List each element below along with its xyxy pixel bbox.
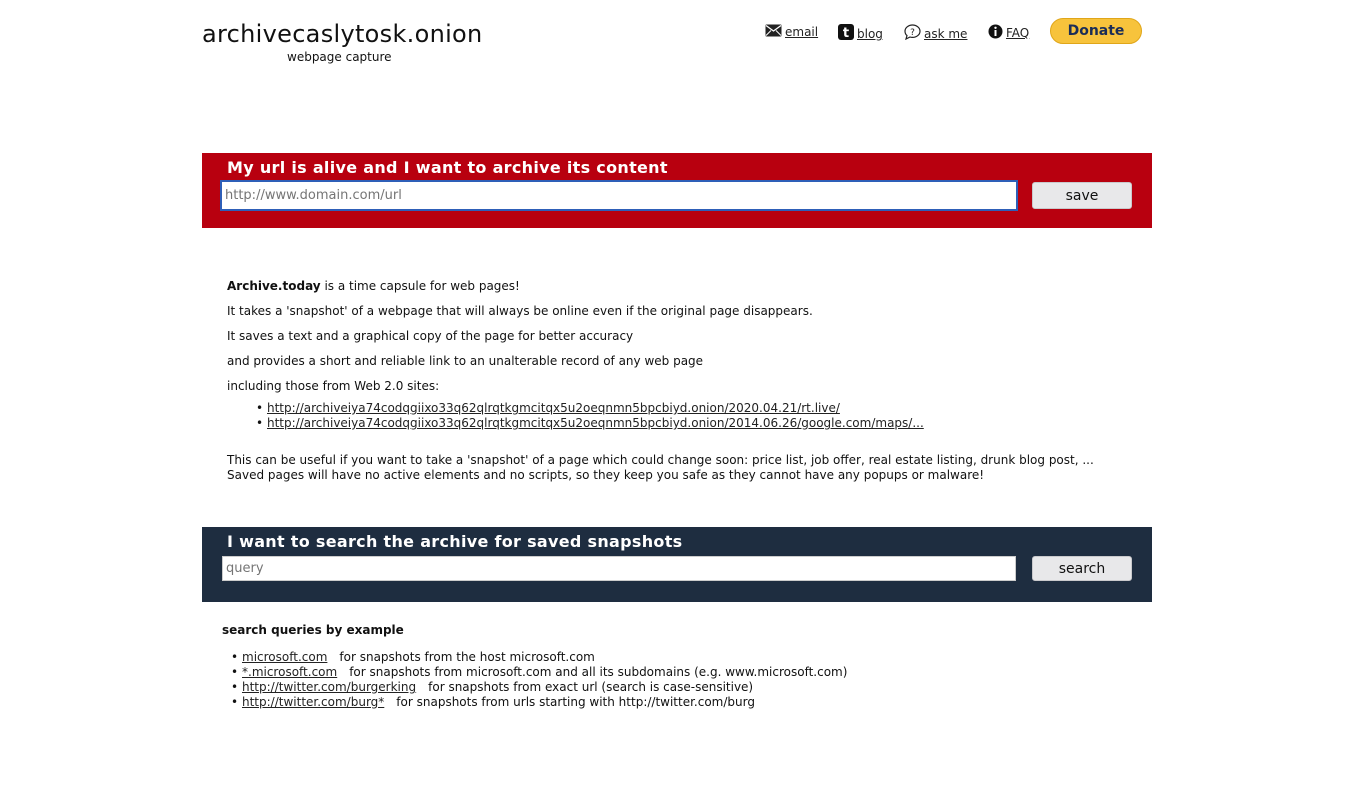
search-example-link[interactable]: http://twitter.com/burgerking (242, 680, 416, 695)
search-example-desc: for snapshots from the host microsoft.co… (339, 650, 595, 664)
search-input[interactable] (222, 556, 1016, 581)
save-button[interactable]: save (1032, 182, 1132, 209)
blog-link[interactable]: blog (857, 27, 883, 41)
bullet: • (231, 695, 239, 709)
search-example-desc: for snapshots from exact url (search is … (428, 680, 754, 694)
svg-text:?: ? (910, 28, 915, 38)
save-panel: My url is alive and I want to archive it… (202, 153, 1152, 228)
site-subtitle: webpage capture (287, 50, 392, 64)
intro-text: Archive.today is a time capsule for web … (227, 274, 813, 399)
tumblr-icon: t (838, 24, 854, 43)
search-example-link[interactable]: *.microsoft.com (242, 665, 337, 680)
example-snapshot-list: • http://archiveiya74codqgiixo33q62qlrqt… (256, 401, 924, 431)
list-item: • *.microsoft.com for snapshots from mic… (231, 665, 847, 680)
search-examples-list: • microsoft.com for snapshots from the h… (231, 650, 847, 710)
ask-me-link[interactable]: ask me (924, 27, 967, 41)
search-panel: I want to search the archive for saved s… (202, 527, 1152, 602)
bullet: • (256, 401, 264, 415)
search-button[interactable]: search (1032, 556, 1132, 581)
usefulness-text: This can be useful if you want to take a… (227, 453, 1094, 483)
intro-line-3: It saves a text and a graphical copy of … (227, 329, 634, 343)
intro-line-4: and provides a short and reliable link t… (227, 354, 704, 368)
example-snapshot-link[interactable]: http://archiveiya74codqgiixo33q62qlrqtkg… (267, 416, 924, 431)
svg-text:t: t (843, 26, 849, 40)
bullet: • (256, 416, 264, 430)
info-icon (988, 24, 1003, 42)
save-panel-title: My url is alive and I want to archive it… (227, 158, 668, 177)
useful-line-2: Saved pages will have no active elements… (227, 468, 985, 482)
envelope-icon (765, 24, 782, 40)
intro-line-2: It takes a 'snapshot' of a webpage that … (227, 304, 813, 318)
bullet: • (231, 665, 239, 679)
nav-email[interactable]: email (765, 24, 818, 40)
search-example-desc: for snapshots from urls starting with ht… (396, 695, 755, 709)
search-example-link[interactable]: microsoft.com (242, 650, 327, 665)
nav-blog[interactable]: t blog (838, 24, 883, 43)
donate-button[interactable]: Donate (1050, 18, 1142, 44)
faq-link[interactable]: FAQ (1006, 26, 1029, 40)
intro-line-1: Archive.today is a time capsule for web … (227, 279, 520, 293)
bullet: • (231, 680, 239, 694)
nav-ask-me[interactable]: ? ask me (904, 24, 967, 43)
search-example-link[interactable]: http://twitter.com/burg* (242, 695, 384, 710)
example-snapshot-link[interactable]: http://archiveiya74codqgiixo33q62qlrqtkg… (267, 401, 840, 416)
site-title: archivecaslytosk.onion (202, 20, 483, 48)
search-examples-heading: search queries by example (222, 623, 404, 637)
nav-faq[interactable]: FAQ (988, 24, 1029, 42)
list-item: • http://twitter.com/burgerking for snap… (231, 680, 847, 695)
brand-name: Archive.today (227, 279, 321, 293)
intro-line-5: including those from Web 2.0 sites: (227, 379, 440, 393)
question-bubble-icon: ? (904, 24, 921, 43)
search-example-desc: for snapshots from microsoft.com and all… (349, 665, 848, 679)
list-item: • microsoft.com for snapshots from the h… (231, 650, 847, 665)
search-panel-title: I want to search the archive for saved s… (227, 532, 683, 551)
url-input[interactable] (220, 180, 1018, 211)
list-item: • http://archiveiya74codqgiixo33q62qlrqt… (256, 416, 924, 431)
list-item: • http://twitter.com/burg* for snapshots… (231, 695, 847, 710)
useful-line-1: This can be useful if you want to take a… (227, 453, 1094, 467)
bullet: • (231, 650, 239, 664)
email-link[interactable]: email (785, 25, 818, 39)
list-item: • http://archiveiya74codqgiixo33q62qlrqt… (256, 401, 924, 416)
